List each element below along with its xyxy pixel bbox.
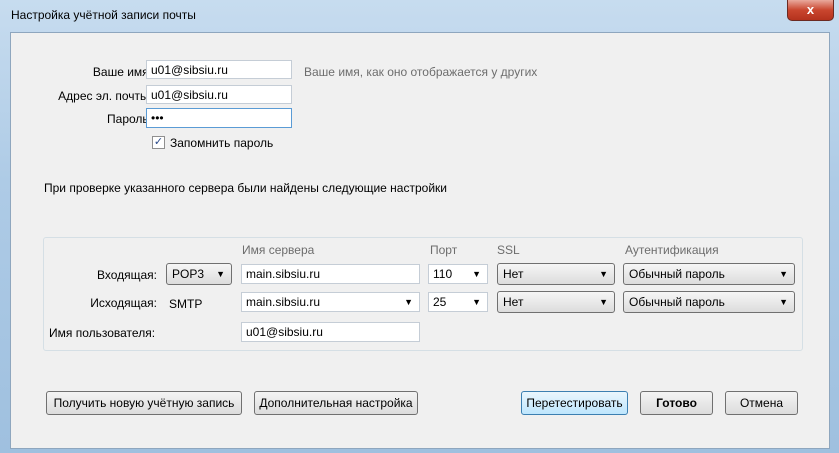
retest-button[interactable]: Перетестировать [521, 391, 628, 415]
remember-password-label[interactable]: Запомнить пароль [170, 136, 273, 150]
chevron-down-icon: ▼ [779, 297, 788, 307]
outgoing-label: Исходящая: [90, 296, 157, 310]
password-input[interactable]: ••• [146, 108, 292, 128]
new-account-button[interactable]: Получить новую учётную запись [46, 391, 242, 415]
chevron-down-icon[interactable]: ▼ [404, 293, 413, 312]
advanced-settings-button[interactable]: Дополнительная настройка [254, 391, 418, 415]
incoming-ssl-value: Нет [503, 267, 524, 281]
chevron-down-icon[interactable]: ▼ [472, 293, 481, 312]
incoming-label: Входящая: [96, 268, 157, 282]
username-label: Имя пользователя: [49, 326, 156, 340]
done-button[interactable]: Готово [640, 391, 713, 415]
chevron-down-icon: ▼ [216, 269, 225, 279]
dialog-window: Настройка учётной записи почты x Ваше им… [0, 0, 839, 453]
outgoing-port-value: 25 [433, 295, 447, 309]
chevron-down-icon: ▼ [599, 297, 608, 307]
incoming-server-input[interactable]: main.sibsiu.ru [241, 264, 420, 284]
incoming-auth-value: Обычный пароль [629, 267, 725, 281]
outgoing-auth-select[interactable]: Обычный пароль ▼ [623, 291, 795, 313]
chevron-down-icon[interactable]: ▼ [472, 265, 481, 284]
header-port: Порт [430, 243, 458, 257]
name-input[interactable]: u01@sibsiu.ru [146, 60, 292, 79]
close-button[interactable]: x [787, 0, 834, 21]
window-title: Настройка учётной записи почты [11, 8, 196, 22]
username-input[interactable]: u01@sibsiu.ru [241, 322, 420, 342]
incoming-protocol-value: POP3 [172, 267, 205, 281]
cancel-button[interactable]: Отмена [725, 391, 798, 415]
incoming-ssl-select[interactable]: Нет ▼ [497, 263, 615, 285]
remember-password-checkbox[interactable]: ✓ [152, 136, 165, 149]
incoming-port-combo[interactable]: 110 ▼ [428, 264, 488, 284]
name-hint: Ваше имя, как оно отображается у других [304, 65, 538, 79]
incoming-port-value: 110 [433, 267, 453, 281]
chevron-down-icon: ▼ [599, 269, 608, 279]
outgoing-server-combo[interactable]: main.sibsiu.ru ▼ [241, 292, 420, 312]
chevron-down-icon: ▼ [779, 269, 788, 279]
name-label: Ваше имя: [92, 65, 152, 79]
outgoing-ssl-value: Нет [503, 295, 524, 309]
header-auth: Аутентификация [625, 243, 719, 257]
outgoing-protocol: SMTP [169, 297, 203, 311]
outgoing-auth-value: Обычный пароль [629, 295, 725, 309]
outgoing-port-combo[interactable]: 25 ▼ [428, 292, 488, 312]
email-label: Адрес эл. почты: [58, 89, 152, 103]
server-settings-group: Имя сервера Порт SSL Аутентификация Вход… [43, 237, 803, 351]
status-text: При проверке указанного сервера были най… [44, 181, 447, 195]
dialog-client: Ваше имя: u01@sibsiu.ru Ваше имя, как он… [10, 32, 830, 449]
outgoing-ssl-select[interactable]: Нет ▼ [497, 291, 615, 313]
header-server: Имя сервера [242, 243, 315, 257]
email-input[interactable]: u01@sibsiu.ru [146, 85, 292, 104]
header-ssl: SSL [497, 243, 520, 257]
incoming-auth-select[interactable]: Обычный пароль ▼ [623, 263, 795, 285]
incoming-protocol-select[interactable]: POP3 ▼ [166, 263, 232, 285]
outgoing-server-value: main.sibsiu.ru [246, 295, 321, 309]
